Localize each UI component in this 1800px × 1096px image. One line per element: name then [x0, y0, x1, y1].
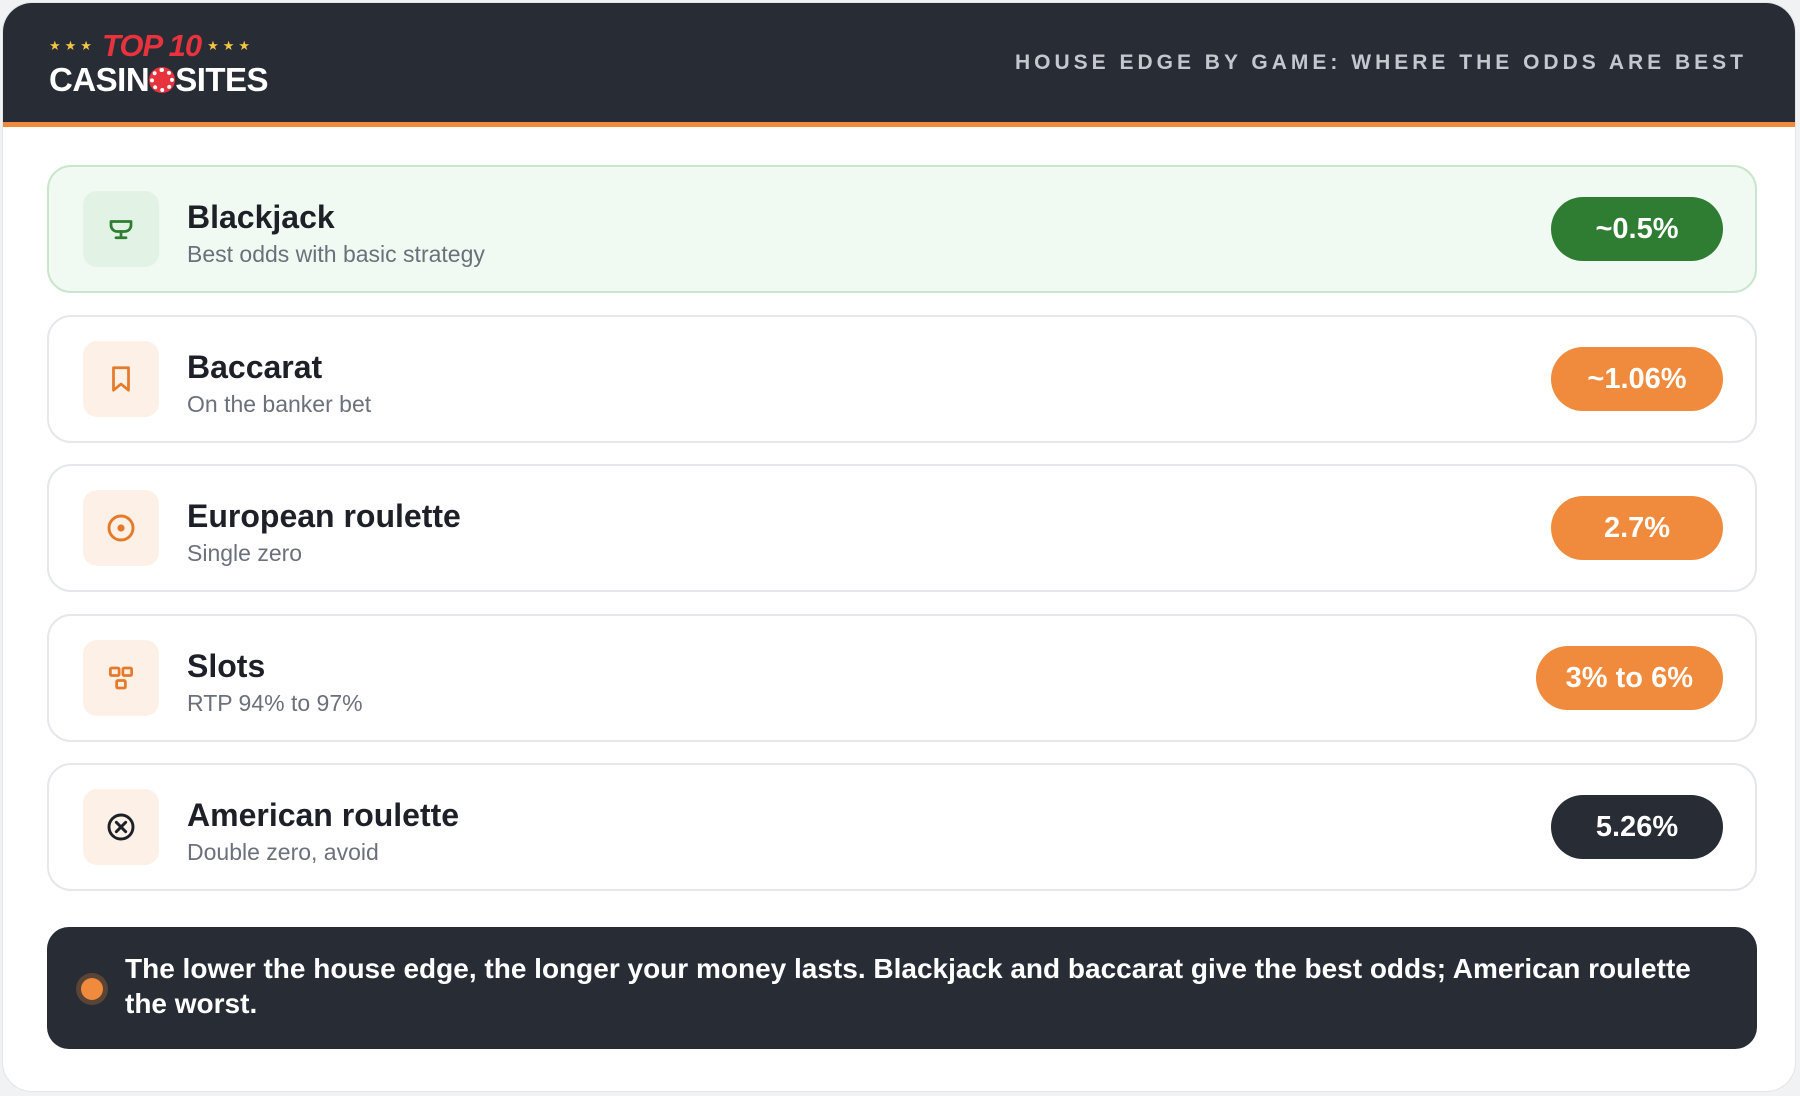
game-note: Best odds with basic strategy: [187, 241, 485, 267]
summary-note: The lower the house edge, the longer you…: [47, 927, 1757, 1049]
logo-casino-text: CASIN: [49, 61, 150, 98]
house-edge-badge: ~0.5%: [1551, 197, 1723, 261]
game-name: American roulette: [187, 797, 460, 833]
trophy-icon: [83, 191, 159, 267]
game-note: Double zero, avoid: [187, 839, 379, 865]
game-row-american-roulette: American roulette Double zero, avoid 5.2…: [47, 763, 1757, 891]
house-edge-card: ★★★ TOP 10 ★★★ CASIN SITES HOUSE EDGE BY…: [2, 2, 1796, 1092]
bookmark-icon: [83, 341, 159, 417]
poker-chip-icon: [150, 68, 175, 92]
bullet-dot-icon: [81, 978, 103, 1000]
game-row-blackjack: Blackjack Best odds with basic strategy …: [47, 165, 1757, 293]
logo-sites-text: SITES: [175, 61, 269, 98]
stars-right: ★★★: [207, 38, 255, 53]
game-name: Baccarat: [187, 349, 323, 385]
game-row-european-roulette: European roulette Single zero 2.7%: [47, 464, 1757, 592]
house-edge-badge: 3% to 6%: [1535, 646, 1723, 710]
house-edge-badge: ~1.06%: [1551, 347, 1723, 411]
game-note: Single zero: [187, 540, 303, 566]
game-row-slots: Slots RTP 94% to 97% 3% to 6%: [47, 614, 1757, 742]
game-row-baccarat: Baccarat On the banker bet ~1.06%: [47, 315, 1757, 443]
game-name: European roulette: [187, 498, 461, 534]
house-edge-badge: 2.7%: [1551, 496, 1723, 560]
page-title: HOUSE EDGE BY GAME: WHERE THE ODDS ARE B…: [1014, 51, 1747, 74]
game-name: Blackjack: [187, 199, 335, 235]
game-name: Slots: [187, 648, 266, 684]
game-note: RTP 94% to 97%: [187, 690, 363, 716]
target-icon: [83, 490, 159, 566]
top10-casino-sites-logo[interactable]: ★★★ TOP 10 ★★★ CASIN SITES: [49, 28, 289, 98]
slots-grid-icon: [83, 640, 159, 716]
house-edge-badge: 5.26%: [1551, 795, 1723, 859]
game-note: On the banker bet: [187, 391, 372, 417]
x-circle-icon: [83, 789, 159, 865]
logo-top10-text: TOP 10: [101, 28, 202, 63]
summary-note-text: The lower the house edge, the longer you…: [125, 953, 1691, 1019]
header: ★★★ TOP 10 ★★★ CASIN SITES HOUSE EDGE BY…: [3, 3, 1795, 127]
stars-left: ★★★: [49, 38, 96, 53]
